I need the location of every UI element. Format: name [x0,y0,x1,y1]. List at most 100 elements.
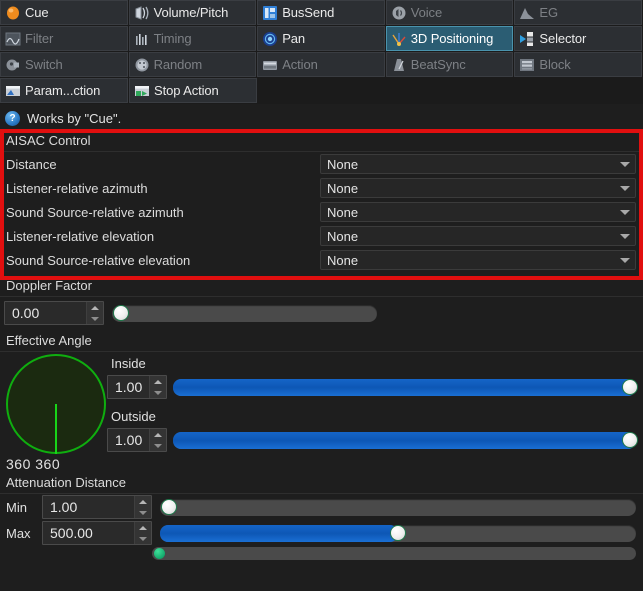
tab-row: Filter Timing Pan 3D Positioning Selecto… [0,26,643,51]
spinner-up-icon[interactable] [150,429,166,440]
attenuation-distance-title: Attenuation Distance [0,472,643,494]
doppler-factor-section: Doppler Factor 0.00 [0,275,643,330]
tab-filter[interactable]: Filter [0,26,128,51]
filter-curve-icon [5,31,21,47]
chevron-down-icon [620,209,630,215]
attenuation-max-slider[interactable] [160,524,636,542]
spinner-up-icon[interactable] [150,376,166,387]
chevron-down-icon [620,161,630,167]
help-hint-text: Works by "Cue". [27,110,122,126]
tab-random[interactable]: Random [128,52,257,77]
effect-tab-grid: Cue Volume/Pitch BusSend Voice EG Filter… [0,0,643,104]
spinner-down-icon[interactable] [135,507,151,518]
outside-angle-slider[interactable] [173,431,638,449]
3d-positioning-panel: Cue Volume/Pitch BusSend Voice EG Filter… [0,0,643,591]
tab-block[interactable]: Block [514,52,642,77]
slider-knob[interactable] [390,525,406,541]
slider-fill [160,524,398,542]
outside-control-row: 1.00 [107,428,638,460]
slider-fill [173,378,636,396]
doppler-factor-title: Doppler Factor [0,275,643,297]
slider-knob[interactable] [622,379,638,395]
cue-sphere-icon [5,5,21,21]
aisac-label: Sound Source-relative elevation [6,252,191,268]
dropdown-value: None [327,156,359,172]
attenuation-distance-section: Attenuation Distance Min 1.00 Max 500.00 [0,472,643,560]
question-mark-icon: ? [5,110,20,126]
bus-send-icon [262,5,278,21]
slider-fill [173,431,636,449]
tab-switch[interactable]: Switch [0,52,128,77]
spinner-buttons [134,522,151,544]
attenuation-min-row: Min 1.00 [0,494,643,520]
tab-beatsync[interactable]: BeatSync [385,52,514,77]
tab-cue[interactable]: Cue [0,0,128,25]
inside-angle-slider[interactable] [173,378,638,396]
spinner-buttons [149,376,166,398]
aisac-label: Listener-relative azimuth [6,180,148,196]
tab-label: Volume/Pitch [153,5,229,20]
aisac-source-elevation-dropdown[interactable]: None [320,250,636,270]
tab-pan[interactable]: Pan [257,26,385,51]
tab-label: Cue [25,5,49,20]
doppler-factor-slider[interactable] [112,304,377,322]
tab-stop-action[interactable]: Stop Action [129,78,257,103]
switch-icon [5,57,21,73]
aisac-listener-elevation-dropdown[interactable]: None [320,226,636,246]
action-icon [262,57,278,73]
effective-angle-dial-group: 360 360 [0,354,107,472]
tab-3d-positioning[interactable]: 3D Positioning [385,26,514,51]
tab-label: Timing [153,31,192,46]
doppler-factor-spinner[interactable]: 0.00 [4,301,104,325]
aisac-row-listener-elevation: Listener-relative elevation None [0,224,643,248]
attenuation-marker-bar[interactable] [152,546,636,560]
inside-angle-spinner[interactable]: 1.00 [107,375,167,399]
inside-angle-value[interactable]: 1.00 [108,376,149,398]
spinner-down-icon[interactable] [135,533,151,544]
slider-knob[interactable] [622,432,638,448]
dropdown-value: None [327,228,359,244]
tab-action[interactable]: Action [257,52,385,77]
tab-label: EG [539,5,558,20]
tab-timing[interactable]: Timing [128,26,257,51]
aisac-distance-dropdown[interactable]: None [320,154,636,174]
dropdown-value: None [327,252,359,268]
tab-label: BusSend [282,5,335,20]
attenuation-marker-dot[interactable] [154,547,165,559]
spinner-up-icon[interactable] [135,522,151,533]
attenuation-marker-row [0,546,643,560]
attenuation-min-spinner[interactable]: 1.00 [42,495,152,519]
tab-voice[interactable]: Voice [385,0,514,25]
attenuation-min-slider[interactable] [160,498,636,516]
tab-volume-pitch[interactable]: Volume/Pitch [128,0,257,25]
random-dice-icon [134,57,150,73]
slider-knob[interactable] [161,499,177,515]
doppler-factor-value[interactable]: 0.00 [5,302,86,324]
slider-knob[interactable] [113,305,129,321]
spinner-down-icon[interactable] [150,387,166,398]
attenuation-min-value[interactable]: 1.00 [43,496,134,518]
tab-label: BeatSync [410,57,466,72]
outside-angle-spinner[interactable]: 1.00 [107,428,167,452]
spinner-down-icon[interactable] [87,313,103,324]
attenuation-max-value[interactable]: 500.00 [43,522,134,544]
tab-selector[interactable]: Selector [514,26,642,51]
param-action-icon [5,83,21,99]
tab-param-action[interactable]: Param...ction [0,78,128,103]
spinner-up-icon[interactable] [135,496,151,507]
attenuation-max-spinner[interactable]: 500.00 [42,521,152,545]
attenuation-max-label: Max [6,525,31,541]
aisac-control-section: AISAC Control Distance None Listener-rel… [0,130,643,272]
tab-eg[interactable]: EG [514,0,642,25]
spinner-up-icon[interactable] [87,302,103,313]
aisac-source-azimuth-dropdown[interactable]: None [320,202,636,222]
tab-bussend[interactable]: BusSend [257,0,385,25]
chevron-down-icon [620,233,630,239]
aisac-listener-azimuth-dropdown[interactable]: None [320,178,636,198]
outside-angle-value[interactable]: 1.00 [108,429,149,451]
effective-angle-dial[interactable] [6,354,106,454]
spinner-down-icon[interactable] [150,440,166,451]
timing-icon [134,31,150,47]
effective-angle-controls: Inside 1.00 Outside 1.00 [107,354,643,472]
attenuation-min-label: Min [6,499,27,515]
